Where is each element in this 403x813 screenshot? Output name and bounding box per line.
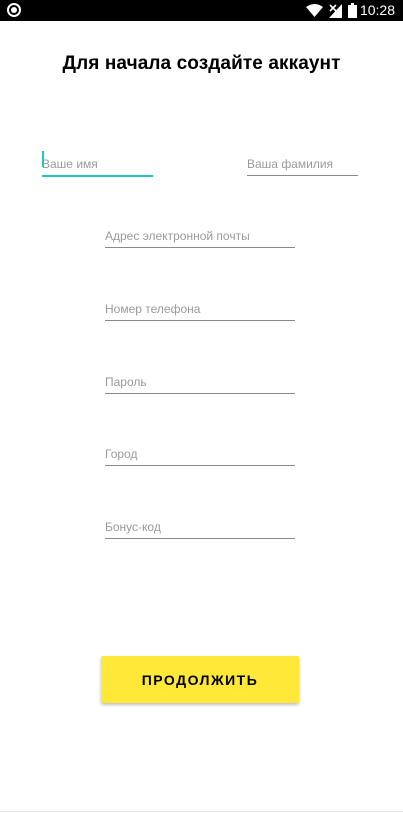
email-underline bbox=[105, 247, 295, 248]
status-icons bbox=[306, 2, 357, 19]
wifi-icon bbox=[306, 4, 323, 17]
password-input[interactable] bbox=[105, 358, 295, 394]
password-underline bbox=[105, 393, 295, 394]
bottom-divider bbox=[0, 811, 403, 812]
last-name-underline bbox=[247, 175, 358, 176]
city-underline bbox=[105, 465, 295, 466]
status-bar: 10:28 bbox=[0, 0, 403, 21]
email-input[interactable] bbox=[105, 212, 295, 248]
text-caret bbox=[42, 151, 44, 167]
battery-icon bbox=[348, 3, 357, 18]
page-title: Для начала создайте аккаунт bbox=[62, 53, 341, 74]
record-icon bbox=[7, 3, 21, 17]
bonus-code-underline bbox=[105, 538, 295, 539]
bonus-code-field[interactable] bbox=[105, 503, 295, 543]
phone-input[interactable] bbox=[105, 285, 295, 321]
phone-field[interactable] bbox=[105, 285, 295, 325]
first-name-input[interactable] bbox=[42, 140, 153, 176]
city-input[interactable] bbox=[105, 430, 295, 466]
continue-button[interactable]: ПРОДОЛЖИТЬ bbox=[101, 656, 299, 703]
last-name-input[interactable] bbox=[247, 140, 358, 176]
first-name-field[interactable] bbox=[42, 140, 153, 180]
first-name-underline bbox=[42, 175, 153, 177]
status-time: 10:28 bbox=[359, 2, 395, 18]
password-field[interactable] bbox=[105, 358, 295, 398]
phone-underline bbox=[105, 320, 295, 321]
bonus-code-input[interactable] bbox=[105, 503, 295, 539]
signal-no-service-icon bbox=[329, 3, 342, 18]
city-field[interactable] bbox=[105, 430, 295, 470]
email-field[interactable] bbox=[105, 212, 295, 252]
last-name-field[interactable] bbox=[247, 140, 358, 180]
